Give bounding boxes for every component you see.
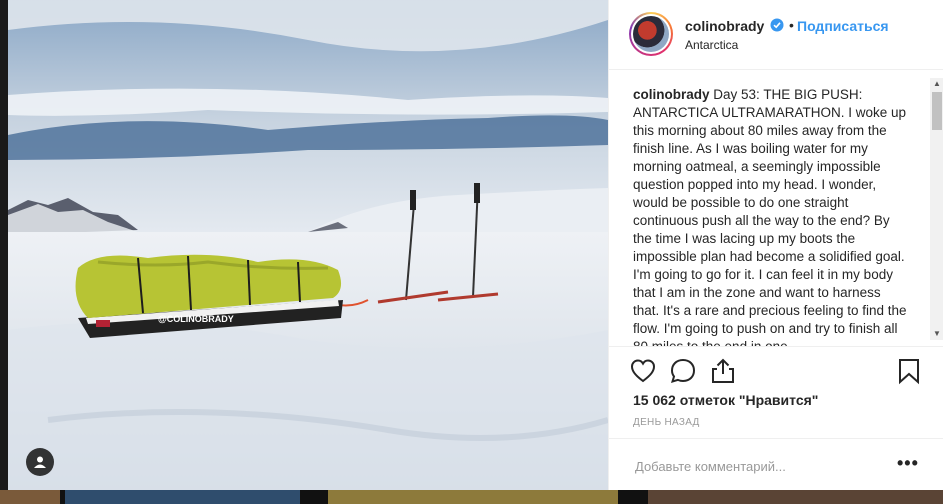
post-side-panel: colinobrady • Подписаться Antarctica col…: [608, 0, 943, 490]
avatar-image: [633, 16, 669, 52]
share-icon[interactable]: [709, 357, 737, 385]
post-timestamp[interactable]: ДЕНЬ НАЗАД: [633, 417, 700, 428]
tagged-users-button[interactable]: [26, 448, 54, 476]
verified-badge-icon: [770, 18, 784, 32]
scroll-thumb[interactable]: [932, 92, 942, 130]
more-options-button[interactable]: •••: [897, 453, 919, 474]
separator-dot: •: [789, 17, 794, 33]
post-actions: [609, 347, 943, 393]
scroll-down-arrow-icon[interactable]: ▼: [930, 328, 943, 340]
user-icon: [34, 456, 46, 468]
scroll-up-arrow-icon[interactable]: ▲: [930, 78, 943, 90]
thumbnail[interactable]: [328, 490, 618, 504]
caption-text: Day 53: THE BIG PUSH: ANTARCTICA ULTRAMA…: [633, 87, 907, 347]
avatar[interactable]: [629, 12, 673, 56]
caption-scrollbar[interactable]: ▲ ▼: [930, 78, 943, 340]
post-header: colinobrady • Подписаться Antarctica: [609, 0, 943, 70]
bookmark-icon[interactable]: [895, 357, 923, 385]
caption-username[interactable]: colinobrady: [633, 87, 710, 102]
thumbnail[interactable]: [0, 490, 60, 504]
antarctica-sled-image: @COLINOBRADY: [8, 0, 608, 490]
thumbnail[interactable]: [648, 490, 943, 504]
follow-button[interactable]: Подписаться: [797, 18, 889, 34]
add-comment-area: •••: [609, 438, 943, 490]
caption: colinobrady Day 53: THE BIG PUSH: ANTARC…: [633, 86, 908, 347]
sled-label: @COLINOBRADY: [158, 314, 234, 324]
more-posts-strip: [0, 490, 943, 504]
heart-icon[interactable]: [629, 357, 657, 385]
thumbnail[interactable]: [65, 490, 300, 504]
post-photo[interactable]: @COLINOBRADY: [8, 0, 608, 490]
username-link[interactable]: colinobrady: [685, 18, 764, 34]
comment-input[interactable]: [633, 455, 887, 477]
caption-area: colinobrady Day 53: THE BIG PUSH: ANTARC…: [609, 70, 943, 347]
comment-icon[interactable]: [669, 357, 697, 385]
likes-count[interactable]: 15 062 отметок "Нравится": [633, 392, 818, 408]
location-link[interactable]: Antarctica: [685, 38, 738, 52]
